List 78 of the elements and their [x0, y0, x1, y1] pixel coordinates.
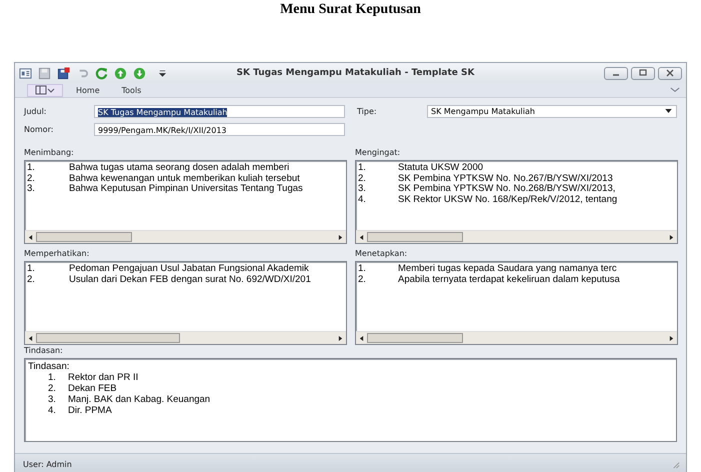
input-field[interactable]: SK Tugas Mengampu Matakuliah: [94, 104, 345, 118]
item-number: 4.: [48, 405, 57, 416]
item-number: 2.: [358, 274, 367, 285]
scroll-right-icon[interactable]: [669, 336, 674, 340]
save-icon[interactable]: [38, 66, 51, 80]
text-area[interactable]: 1. Bahwa tugas utama seorang dosen adalah memberi 2. Bahwa kewenangan untuk memberikan kuliah tersebut 3. Bahwa Keputusan Pimpinan Universitas Tentang Tugas: [24, 160, 347, 244]
item-text: Apabila ternyata terdapat kekeliruan dalam keputusa: [398, 274, 620, 285]
horizontal-scrollbar[interactable]: [356, 331, 677, 344]
dropdown-caret-icon[interactable]: [158, 68, 167, 78]
item-number: 3.: [358, 184, 367, 194]
window-title: SK Tugas Mengampu Matakuliah - Template SK: [236, 68, 476, 78]
ribbon-tab[interactable]: Home: [67, 84, 109, 96]
scroll-right-icon[interactable]: [338, 234, 343, 240]
input-field[interactable]: 9999/Pengam.MK/Rek/I/XII/2013: [94, 122, 345, 136]
app-menu-icon[interactable]: [19, 66, 32, 80]
horizontal-scrollbar[interactable]: [25, 331, 346, 344]
item-text: Dir. PPMA: [68, 405, 112, 416]
caption: Menu Surat Keputusan: [280, 2, 421, 18]
scroll-right-icon[interactable]: [338, 336, 343, 340]
item-number: 1.: [358, 163, 367, 174]
close-button[interactable]: [658, 66, 682, 80]
text-area[interactable]: 1. Memberi tugas kepada Saudara yang namanya terc 2. Apabila ternyata terdapat kekeliruan dalam keputusa: [355, 261, 678, 345]
panel-label: Tindasan:: [24, 345, 63, 356]
maximize-button[interactable]: [631, 66, 655, 80]
save-close-icon[interactable]: [57, 66, 70, 80]
item-text: Bahwa tugas utama seorang dosen adalah memberi: [69, 163, 290, 174]
application-button[interactable]: [27, 84, 63, 96]
item-number: 1.: [27, 264, 36, 274]
item-number: 1.: [27, 163, 36, 174]
item-text: Manj. BAK dan Kabag. Keuangan: [68, 394, 210, 405]
dropdown-field[interactable]: SK Mengampu Matakuliah: [427, 104, 677, 118]
item-text: Memberi tugas kepada Saudara yang namanya terc: [398, 264, 617, 274]
item-number: 1.: [358, 264, 367, 274]
close-icon: [665, 69, 675, 77]
scroll-left-icon[interactable]: [28, 234, 33, 240]
field-label: Judul:: [24, 106, 48, 116]
item-text: SK Rektor UKSW No. 168/Kep/Rek/V/2012, tentang: [398, 194, 618, 205]
item-number: 3.: [27, 184, 36, 194]
scroll-left-icon[interactable]: [28, 336, 33, 340]
text-area[interactable]: 1. Pedoman Pengajuan Usul Jabatan Fungsional Akademik 2. Usulan dari Dekan FEB dengan surat No. 692/WD/XI/201: [24, 261, 347, 345]
item-text: Pedoman Pengajuan Usul Jabatan Fungsional Akademik: [69, 264, 309, 274]
panel-label: Mengingat:: [355, 147, 400, 158]
dropdown-arrow-icon: [665, 109, 672, 113]
maximize-icon: [638, 69, 648, 77]
item-text: Bahwa kewenangan untuk memberikan kuliah tersebut: [69, 174, 300, 184]
item-number: 3.: [48, 394, 57, 405]
horizontal-scrollbar[interactable]: [356, 230, 677, 243]
item-text: SK Pembina YPTKSW No. No.267/B/YSW/XI/2013: [398, 174, 613, 184]
item-number: 2.: [27, 174, 36, 184]
ribbon-tab[interactable]: Tools: [112, 84, 150, 96]
panel-label: Menetapkan:: [355, 248, 408, 259]
expand-ribbon-icon[interactable]: [670, 86, 680, 94]
horizontal-scrollbar[interactable]: [25, 230, 346, 243]
item-text: Usulan dari Dekan FEB dengan surat No. 692/WD/XI/201: [69, 274, 311, 285]
item-number: 2.: [48, 383, 57, 394]
scroll-right-icon[interactable]: [669, 234, 674, 240]
status-text: User: Admin: [23, 460, 72, 468]
item-text: Dekan FEB: [68, 383, 117, 394]
refresh-icon[interactable]: [95, 66, 108, 80]
item-number: 1.: [48, 372, 57, 383]
text-heading: Tindasan:: [28, 361, 70, 372]
panel-label: Memperhatikan:: [24, 248, 90, 259]
item-number: 4.: [358, 194, 367, 205]
resize-grip-icon[interactable]: [671, 460, 680, 468]
scroll-left-icon[interactable]: [359, 336, 364, 340]
text-area[interactable]: 1. Statuta UKSW 2000 2. SK Pembina YPTKSW No. No.267/B/YSW/XI/2013 3. SK Pembina YPTKSW No. No.268/B/YSW/XI/2013, 4. SK Rektor UKSW No. 168/Kep/Rek/V/2012, tentang: [355, 160, 678, 244]
panel-label: Menimbang:: [24, 147, 74, 158]
layout-icon: [35, 85, 55, 95]
item-text: Statuta UKSW 2000: [398, 163, 484, 174]
scroll-left-icon[interactable]: [359, 234, 364, 240]
field-label: Nomor:: [24, 124, 54, 134]
item-text: SK Pembina YPTKSW No. No.268/B/YSW/XI/2013,: [398, 184, 616, 194]
text-area[interactable]: Tindasan: 1. Rektor dan PR II 2. Dekan FEB 3. Manj. BAK dan Kabag. Keuangan 4. Dir. PPMA: [24, 358, 677, 442]
item-text: Rektor dan PR II: [68, 372, 138, 383]
item-text: Bahwa Keputusan Pimpinan Universitas Tentang Tugas: [69, 184, 303, 194]
field-label: Tipe:: [357, 106, 378, 116]
item-number: 2.: [27, 274, 36, 285]
item-number: 2.: [358, 174, 367, 184]
